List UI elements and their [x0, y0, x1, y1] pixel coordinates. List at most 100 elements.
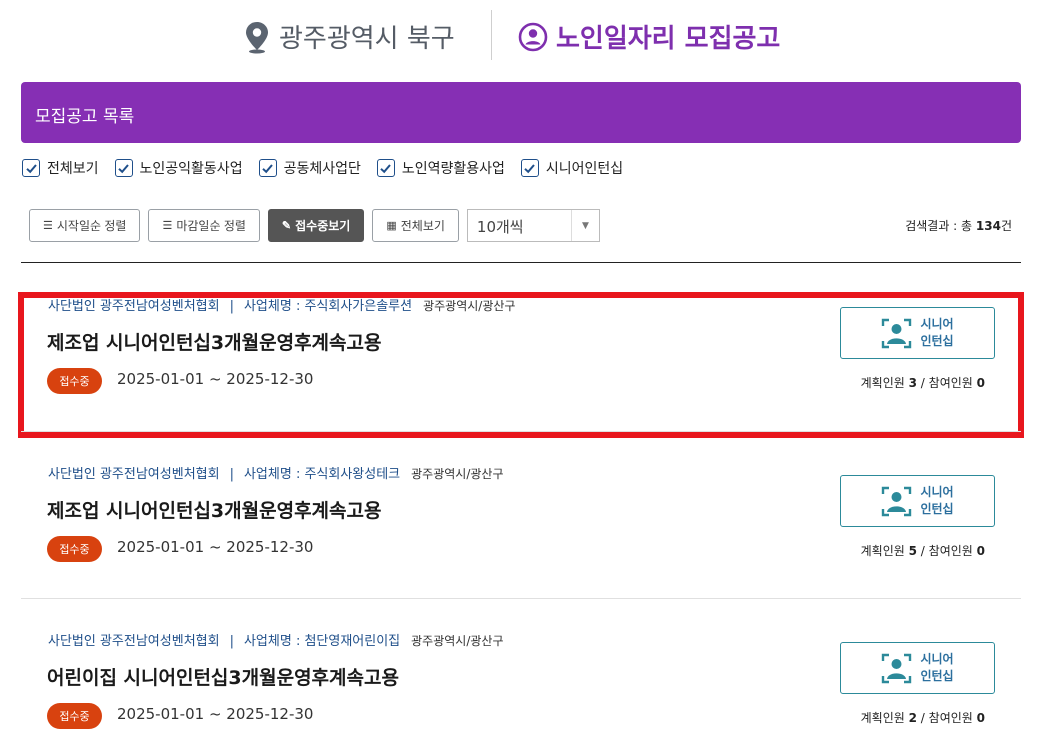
- meta-separator: |: [229, 467, 234, 482]
- filter-label: 시니어인턴십: [545, 161, 624, 177]
- status-badge: 접수중: [47, 536, 102, 562]
- location: 광주광역시/광산구: [411, 634, 504, 648]
- badge-line1: 시니어: [920, 317, 954, 331]
- card-meta: 사단법인 광주전남여성벤처협회 | 사업체명 : 주식회사왕성테크 광주광역시/…: [48, 463, 504, 482]
- checkbox-checked-icon[interactable]: [22, 159, 40, 177]
- planned-label: 계획인원: [860, 544, 909, 558]
- badge-line1: 시니어: [920, 652, 954, 666]
- meta-separator: |: [229, 299, 234, 314]
- recruit-card[interactable]: 사단법인 광주전남여성벤처협회 | 사업체명 : 주식회사가은솔루션 광주광역시…: [18, 292, 1024, 438]
- card-meta: 사단법인 광주전남여성벤처협회 | 사업체명 : 주식회사가은솔루션 광주광역시…: [48, 295, 515, 314]
- filter-label: 노인공익활동사업: [139, 161, 243, 177]
- badge-line2: 인턴십: [920, 334, 954, 348]
- view-all-button[interactable]: ▦ 전체보기: [372, 209, 459, 242]
- list-toolbar: ☰ 시작일순 정렬 ☰ 마감일순 정렬 ✎ 접수중보기 ▦ 전체보기 10개씩 …: [29, 209, 600, 242]
- card-title[interactable]: 제조업 시니어인턴십3개월운영후계속고용: [47, 496, 381, 523]
- joined-label: / 참여인원: [916, 376, 977, 390]
- sort-by-start-button[interactable]: ☰ 시작일순 정렬: [29, 209, 141, 242]
- card-meta: 사단법인 광주전남여성벤처협회 | 사업체명 : 첨단영재어린이집 광주광역시/…: [48, 630, 504, 649]
- status-badge: 접수중: [47, 368, 102, 394]
- card-divider: [21, 431, 1021, 432]
- joined-label: / 참여인원: [916, 711, 977, 725]
- category-badge: 시니어 인턴십: [840, 307, 995, 359]
- result-suffix: 건: [1000, 219, 1012, 233]
- planned-label: 계획인원: [860, 711, 909, 725]
- card-title[interactable]: 어린이집 시니어인턴십3개월운영후계속고용: [47, 663, 399, 690]
- site-title[interactable]: 노인일자리 모집공고: [518, 18, 780, 55]
- list-title-bar: 모집공고 목록: [21, 82, 1021, 143]
- show-receiving-button[interactable]: ✎ 접수중보기: [267, 209, 365, 242]
- badge-line2: 인턴십: [920, 669, 954, 683]
- filter-capacity[interactable]: 노인역량활용사업: [376, 158, 505, 178]
- planned-label: 계획인원: [860, 376, 909, 390]
- map-pin-icon: [246, 21, 268, 53]
- search-result-count: 검색결과 : 총 134건: [905, 217, 1012, 234]
- checkbox-checked-icon[interactable]: [520, 159, 539, 177]
- date-range: 2025-01-01 ~ 2025-12-30: [117, 705, 314, 723]
- list-icon: ☰: [162, 220, 173, 232]
- person-circle-icon: [518, 22, 548, 51]
- filter-label: 공동체사업단: [283, 161, 361, 177]
- site-title-text: 노인일자리 모집공고: [556, 24, 781, 54]
- page-size-select[interactable]: 10개씩 ▼: [466, 209, 600, 242]
- location: 광주광역시/광산구: [423, 299, 516, 313]
- list-top-divider: [21, 262, 1021, 263]
- category-badge: 시니어 인턴십: [840, 642, 995, 694]
- joined-count: 0: [976, 544, 985, 558]
- headcount: 계획인원 2 / 참여인원 0: [861, 709, 985, 726]
- org-name: 사단법인 광주전남여성벤처협회: [48, 634, 220, 649]
- recruit-card[interactable]: 사단법인 광주전남여성벤처협회 | 사업체명 : 첨단영재어린이집 광주광역시/…: [21, 630, 1021, 749]
- org-name: 사단법인 광주전남여성벤처협회: [48, 467, 220, 482]
- planned-count: 2: [908, 711, 917, 725]
- filter-community[interactable]: 공동체사업단: [258, 158, 361, 178]
- headcount: 계획인원 5 / 참여인원 0: [861, 542, 985, 559]
- badge-text: 시니어 인턴십: [920, 651, 953, 685]
- card-title[interactable]: 제조업 시니어인턴십3개월운영후계속고용: [47, 328, 381, 355]
- senior-internship-icon: [882, 486, 912, 516]
- meta-separator: |: [229, 634, 234, 649]
- company-name: 사업체명 : 주식회사가은솔루션: [243, 299, 413, 314]
- senior-internship-icon: [882, 318, 912, 348]
- status-badge: 접수중: [47, 703, 102, 729]
- filter-all[interactable]: 전체보기: [22, 158, 99, 178]
- date-range: 2025-01-01 ~ 2025-12-30: [117, 370, 314, 388]
- category-badge: 시니어 인턴십: [840, 475, 995, 527]
- joined-count: 0: [976, 376, 985, 390]
- category-filters: 전체보기 노인공익활동사업 공동체사업단 노인역량활용사업 시니어인턴십: [22, 158, 639, 178]
- filter-public-activity[interactable]: 노인공익활동사업: [114, 158, 243, 178]
- filter-label: 전체보기: [47, 161, 99, 177]
- planned-count: 3: [908, 376, 917, 390]
- card-divider: [21, 598, 1021, 599]
- result-prefix: 검색결과 : 총: [905, 219, 976, 233]
- checkbox-checked-icon[interactable]: [114, 159, 133, 177]
- senior-internship-icon: [882, 653, 912, 683]
- org-name: 사단법인 광주전남여성벤처협회: [48, 299, 220, 314]
- joined-count: 0: [976, 711, 985, 725]
- page-size-value: 10개씩: [476, 218, 524, 236]
- checkbox-checked-icon[interactable]: [376, 159, 395, 177]
- location: 광주광역시/광산구: [411, 467, 504, 481]
- badge-line2: 인턴십: [920, 502, 954, 516]
- pencil-icon: ✎: [281, 220, 292, 232]
- caret-down-icon[interactable]: ▼: [570, 210, 599, 241]
- filter-label: 노인역량활용사업: [401, 161, 505, 177]
- sort-by-end-label: 마감일순 정렬: [176, 219, 246, 233]
- region-selector[interactable]: 광주광역시 북구: [243, 18, 455, 55]
- company-name: 사업체명 : 첨단영재어린이집: [243, 634, 401, 649]
- planned-count: 5: [908, 544, 917, 558]
- headcount: 계획인원 3 / 참여인원 0: [861, 374, 985, 391]
- view-all-label: 전체보기: [400, 219, 445, 233]
- date-range: 2025-01-01 ~ 2025-12-30: [117, 538, 314, 556]
- page-header: 광주광역시 북구 노인일자리 모집공고: [0, 0, 1037, 72]
- sort-by-start-label: 시작일순 정렬: [56, 219, 127, 233]
- sort-by-end-button[interactable]: ☰ 마감일순 정렬: [148, 209, 260, 242]
- badge-line1: 시니어: [920, 485, 954, 499]
- checkbox-checked-icon[interactable]: [258, 159, 277, 177]
- region-name: 광주광역시 북구: [279, 24, 455, 54]
- list-icon: ☰: [43, 220, 53, 232]
- filter-senior-internship[interactable]: 시니어인턴십: [520, 158, 624, 178]
- recruit-card[interactable]: 사단법인 광주전남여성벤처협회 | 사업체명 : 주식회사왕성테크 광주광역시/…: [21, 463, 1021, 603]
- show-receiving-label: 접수중보기: [295, 219, 351, 233]
- header-divider: [491, 10, 492, 60]
- badge-text: 시니어 인턴십: [920, 316, 953, 350]
